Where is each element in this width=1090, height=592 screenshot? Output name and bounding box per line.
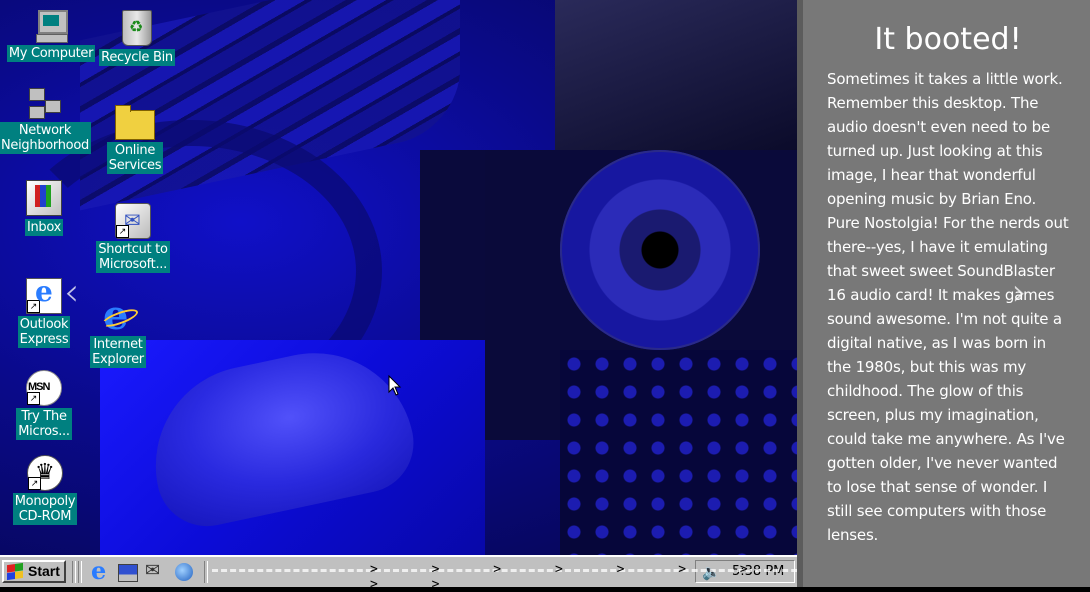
- icon-label: Internet Explorer: [90, 336, 146, 368]
- desktop-icon-network-neighborhood[interactable]: Network Neighborhood: [0, 86, 91, 154]
- desktop-icon-internet-explorer[interactable]: InternetExplorer: [73, 292, 163, 368]
- desktop-icon-msn[interactable]: ↗ Try TheMicros...: [0, 370, 89, 440]
- taskbar-separator: [72, 561, 76, 583]
- icon-label: Inbox: [24, 219, 64, 236]
- inbox-icon: [26, 180, 62, 216]
- wallpaper-cd: [560, 150, 760, 350]
- desktop-icon-shortcut-microsoft[interactable]: ↗ Shortcut toMicrosoft...: [88, 203, 178, 273]
- network-neighborhood-icon: [27, 86, 61, 120]
- outlook-icon[interactable]: [143, 560, 165, 582]
- microsoft-tools-icon: ↗: [115, 203, 151, 239]
- taskbar-separator: [78, 561, 82, 583]
- icon-label: Online Services: [106, 142, 164, 174]
- wallpaper-panel: [555, 0, 800, 150]
- desktop-icon-online-services[interactable]: Online Services: [90, 104, 180, 174]
- desktop-icon-recycle-bin[interactable]: Recycle Bin: [92, 10, 182, 66]
- desktop-wallpaper: My Computer Network Neighborhood Inbox ↗ …: [0, 0, 800, 555]
- windows-logo-icon: [7, 562, 23, 581]
- caption-panel: It booted! Sometimes it takes a little w…: [803, 0, 1090, 587]
- folder-icon: [115, 105, 155, 140]
- icon-label: Shortcut to Microsoft...: [96, 241, 170, 273]
- icon-label: Network Neighborhood: [0, 122, 91, 154]
- previous-slide-arrow[interactable]: ‹: [64, 270, 79, 314]
- desktop-icon-monopoly[interactable]: ↗ MonopolyCD-ROM: [0, 455, 90, 525]
- caption-body: Sometimes it takes a little work. Rememb…: [827, 70, 1069, 544]
- taskbar-separator: [204, 561, 208, 583]
- outlook-express-icon: ↗: [26, 275, 62, 314]
- icon-label: Recycle Bin: [99, 49, 175, 66]
- desktop-icon-my-computer[interactable]: My Computer: [6, 8, 96, 62]
- internet-explorer-icon: [101, 292, 135, 339]
- channels-icon[interactable]: [175, 563, 193, 581]
- wallpaper-panel: [420, 150, 555, 340]
- icon-label: My Computer: [6, 45, 96, 62]
- icon-label: Try The Micros...: [16, 408, 72, 440]
- quick-launch-ie-icon[interactable]: [88, 556, 110, 585]
- icon-label: Outlook Express: [17, 316, 71, 348]
- monopoly-icon: ↗: [27, 455, 63, 491]
- show-desktop-icon[interactable]: [118, 564, 138, 582]
- recycle-bin-icon: [122, 10, 152, 46]
- wallpaper-blue-square: [100, 340, 485, 555]
- start-button[interactable]: Start: [2, 560, 66, 583]
- wallpaper-panel: [485, 150, 800, 440]
- icon-label: Monopoly CD-ROM: [12, 493, 78, 525]
- caption-title: It booted!: [874, 22, 1022, 57]
- desktop-icon-inbox[interactable]: Inbox: [0, 180, 89, 236]
- msn-icon: ↗: [26, 370, 62, 406]
- my-computer-icon: [34, 8, 68, 43]
- start-label: Start: [28, 563, 60, 579]
- next-slide-arrow[interactable]: ›: [1012, 270, 1027, 314]
- wallpaper-mouse: [137, 334, 423, 536]
- wallpaper-dots: [560, 350, 800, 555]
